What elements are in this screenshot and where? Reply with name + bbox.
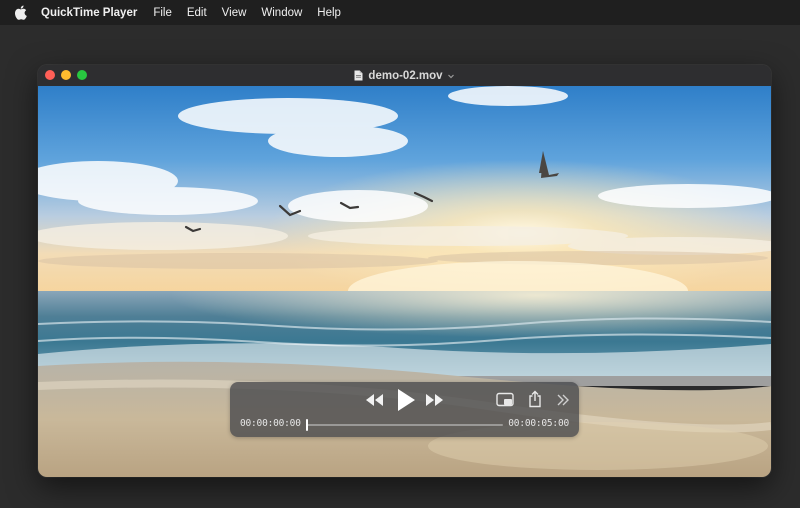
rewind-icon (366, 394, 383, 406)
window-title-area[interactable]: demo-02.mov (354, 70, 454, 82)
picture-in-picture-icon (496, 392, 514, 407)
share-button[interactable] (528, 390, 542, 408)
menu-window[interactable]: Window (261, 7, 302, 19)
zoom-window-button[interactable] (77, 70, 87, 80)
share-icon (529, 390, 541, 408)
total-duration: 00:00:05:00 (508, 418, 569, 429)
app-name-menu[interactable]: QuickTime Player (41, 7, 137, 19)
minimize-window-button[interactable] (61, 70, 71, 80)
chevron-double-right-icon (557, 394, 569, 406)
rewind-button[interactable] (364, 391, 386, 409)
picture-in-picture-button[interactable] (496, 392, 515, 408)
menu-bar: QuickTime Player File Edit View Window H… (0, 0, 800, 25)
window-title: demo-02.mov (368, 69, 443, 82)
window-titlebar[interactable]: demo-02.mov (38, 65, 771, 87)
fast-forward-button[interactable] (423, 391, 445, 409)
traffic-lights (45, 70, 93, 80)
menu-view[interactable]: View (222, 7, 247, 19)
playback-controls: 00:00:00:00 00:00:05:00 (230, 382, 579, 437)
player-window: demo-02.mov 00:00:00:00 00:00:05:00 (38, 65, 771, 477)
apple-logo-icon[interactable] (11, 4, 29, 22)
fast-forward-icon (426, 394, 443, 406)
playhead-handle[interactable] (306, 419, 308, 431)
play-button[interactable] (393, 387, 417, 413)
chevron-down-icon[interactable] (447, 72, 455, 80)
video-frame[interactable]: 00:00:00:00 00:00:05:00 (38, 86, 771, 477)
close-window-button[interactable] (45, 70, 55, 80)
play-icon (398, 389, 415, 411)
menu-help[interactable]: Help (317, 7, 341, 19)
document-icon (354, 70, 363, 81)
current-time: 00:00:00:00 (240, 418, 301, 429)
menu-file[interactable]: File (153, 7, 172, 19)
timeline-scrubber[interactable] (306, 419, 503, 431)
menu-edit[interactable]: Edit (187, 7, 207, 19)
more-options-button[interactable] (556, 392, 570, 408)
